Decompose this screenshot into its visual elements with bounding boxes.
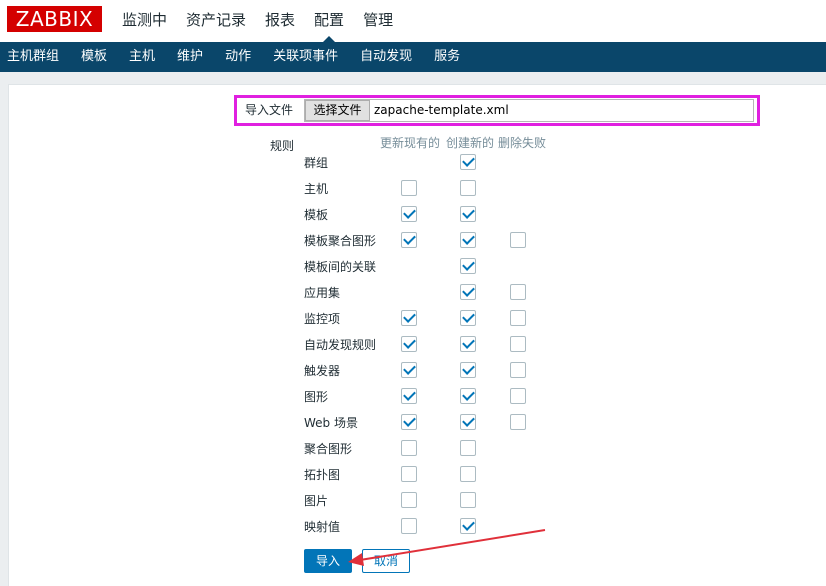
annotation-arrow [348,529,546,566]
